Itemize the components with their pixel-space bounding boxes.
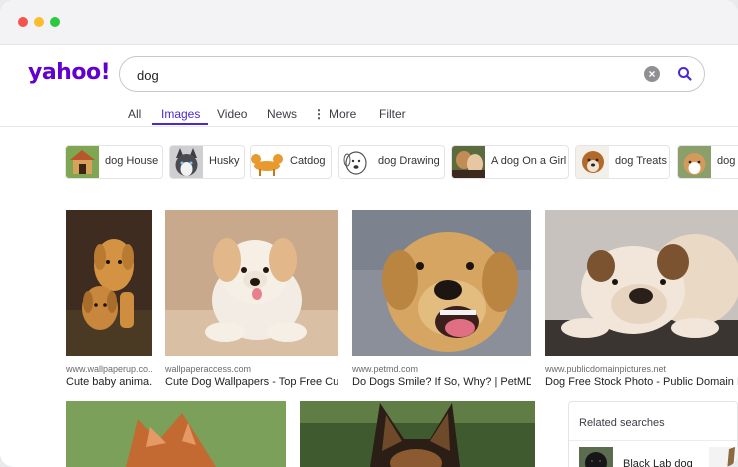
tab-news[interactable]: News bbox=[267, 107, 297, 121]
image-result[interactable]: www.wallpaperup.co... Cute baby anima... bbox=[66, 210, 152, 390]
suggestion-chip-dog[interactable]: dog bbox=[677, 145, 738, 179]
yahoo-logo[interactable]: yahoo! bbox=[28, 60, 111, 85]
close-window-button[interactable] bbox=[18, 17, 28, 27]
suggestion-label: Husky bbox=[209, 155, 240, 167]
image-result[interactable]: www.publicdomainpictures.net Dog Free St… bbox=[545, 210, 738, 390]
result-source[interactable]: www.wallpaperup.co... bbox=[66, 364, 152, 374]
title-bar bbox=[0, 0, 738, 45]
suggestion-label: dog bbox=[717, 155, 736, 167]
suggestion-label: dog House bbox=[105, 155, 159, 167]
result-title[interactable]: Dog Free Stock Photo - Public Domain Pi.… bbox=[545, 376, 738, 388]
suggestion-label: dog Drawing bbox=[378, 155, 440, 167]
tab-video[interactable]: Video bbox=[217, 107, 247, 121]
suggestion-label: dog Treats bbox=[615, 155, 667, 167]
result-image[interactable] bbox=[352, 210, 531, 356]
result-image[interactable] bbox=[66, 401, 286, 467]
related-search-thumbnail[interactable] bbox=[709, 447, 738, 467]
result-source[interactable]: www.petmd.com bbox=[352, 364, 531, 374]
zoom-window-button[interactable] bbox=[50, 17, 60, 27]
dog-thumbnail bbox=[678, 146, 711, 178]
search-bar: × bbox=[119, 56, 705, 92]
search-icon[interactable] bbox=[676, 65, 694, 83]
result-source[interactable]: wallpaperaccess.com bbox=[165, 364, 338, 374]
tab-images[interactable]: Images bbox=[161, 107, 200, 121]
related-search-label: Black Lab dog bbox=[623, 458, 693, 467]
suggestion-label: Catdog bbox=[290, 155, 326, 167]
result-image[interactable] bbox=[545, 210, 738, 356]
image-result[interactable]: wallpaperaccess.com Cute Dog Wallpapers … bbox=[165, 210, 338, 390]
black-lab-thumbnail bbox=[579, 447, 613, 467]
result-title[interactable]: Cute Dog Wallpapers - Top Free Cut... bbox=[165, 376, 338, 388]
more-vertical-icon: ⋮ bbox=[313, 107, 325, 121]
result-image[interactable] bbox=[300, 401, 535, 467]
divider bbox=[569, 440, 738, 441]
filter-button[interactable]: Filter bbox=[379, 107, 406, 121]
result-title[interactable]: Cute baby anima... bbox=[66, 376, 152, 388]
suggestion-label: A dog On a Girl bbox=[491, 155, 567, 167]
result-image[interactable] bbox=[66, 210, 152, 356]
tab-more-label: More bbox=[329, 107, 357, 121]
minimize-window-button[interactable] bbox=[34, 17, 44, 27]
catdog-thumbnail bbox=[251, 146, 284, 178]
related-searches-panel: Related searches Black Lab dog bbox=[568, 401, 738, 467]
result-source[interactable]: www.publicdomainpictures.net bbox=[545, 364, 738, 374]
image-result[interactable]: www.petmd.com Do Dogs Smile? If So, Why?… bbox=[352, 210, 531, 390]
suggestion-chip-husky[interactable]: Husky bbox=[169, 145, 245, 179]
related-searches-header: Related searches bbox=[579, 417, 665, 429]
browser-window: yahoo! × All Images Video News ⋮ More Fil… bbox=[0, 0, 738, 467]
tab-all[interactable]: All bbox=[128, 107, 141, 121]
suggestion-chip-catdog[interactable]: Catdog bbox=[250, 145, 332, 179]
result-title[interactable]: Do Dogs Smile? If So, Why? | PetMD bbox=[352, 376, 531, 388]
search-tabs: All Images Video News ⋮ More Filter bbox=[0, 104, 738, 127]
result-image[interactable] bbox=[165, 210, 338, 356]
dog-drawing-thumbnail bbox=[339, 146, 372, 178]
suggestion-chip-dog-treats[interactable]: dog Treats bbox=[575, 145, 670, 179]
search-input[interactable] bbox=[135, 65, 639, 85]
suggestion-chip-dog-drawing[interactable]: dog Drawing bbox=[338, 145, 445, 179]
dog-on-girl-thumbnail bbox=[452, 146, 485, 178]
dog-house-thumbnail bbox=[66, 146, 99, 178]
suggestion-chip-dog-house[interactable]: dog House bbox=[65, 145, 163, 179]
suggestion-chip-dog-on-girl[interactable]: A dog On a Girl bbox=[451, 145, 569, 179]
tab-more[interactable]: ⋮ More bbox=[313, 107, 356, 121]
active-tab-indicator bbox=[152, 123, 208, 125]
clear-icon[interactable]: × bbox=[644, 66, 660, 82]
dog-treats-thumbnail bbox=[576, 146, 609, 178]
husky-thumbnail bbox=[170, 146, 203, 178]
